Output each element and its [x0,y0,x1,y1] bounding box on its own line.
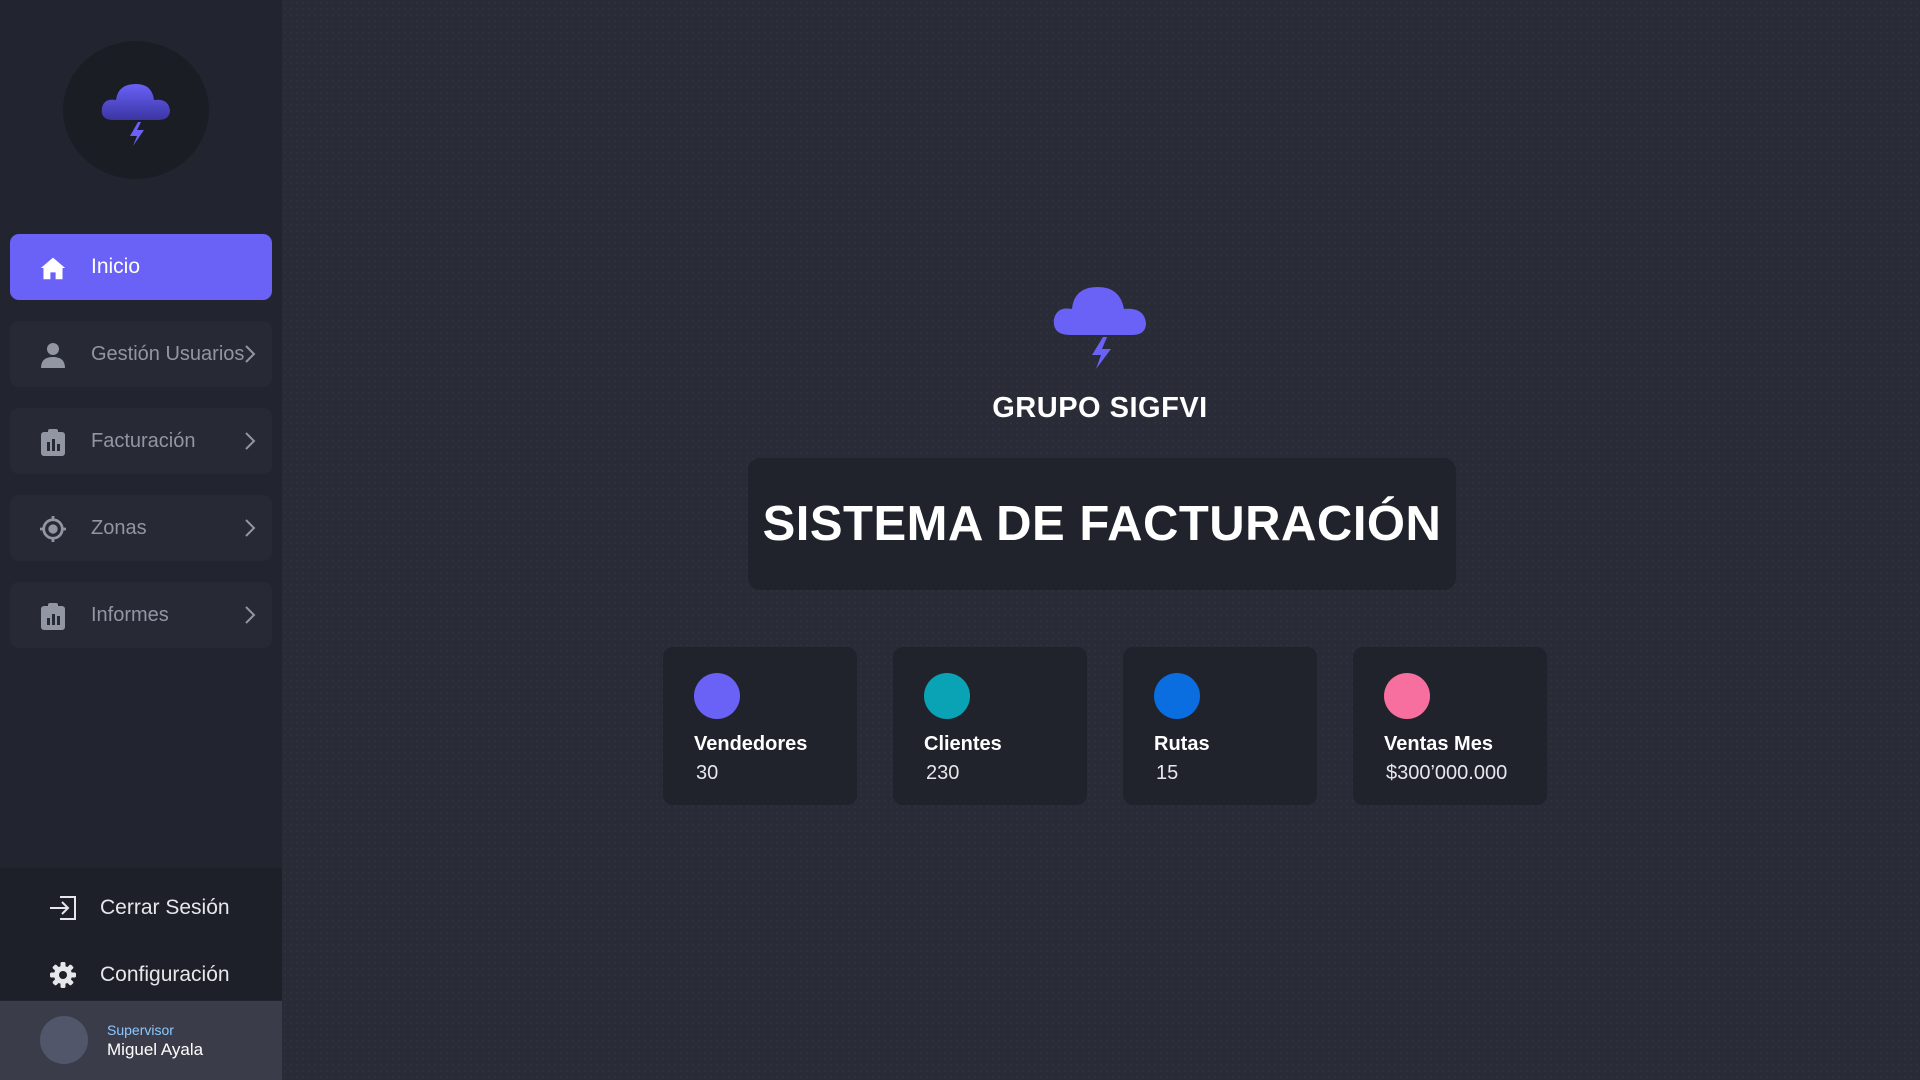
stat-dot [1154,673,1200,719]
sidebar-item-label: Gestión Usuarios [91,342,245,365]
stat-label: Clientes [924,733,1002,755]
user-icon [40,342,66,368]
gear-icon [48,960,78,990]
sidebar-item-label: Zonas [91,516,147,539]
stat-value: 15 [1156,762,1179,784]
stat-card-ventas-mes: Ventas Mes $300’000.000 [1353,647,1547,805]
sidebar: Inicio Gestión Usuarios Facturación Zona… [0,0,282,1080]
sidebar-bottom: Cerrar Sesión Configuración [0,868,282,1000]
stat-dot [694,673,740,719]
logout-button[interactable]: Cerrar Sesión [48,888,230,928]
stat-card-rutas: Rutas 15 [1123,647,1317,805]
stat-label: Rutas [1154,733,1210,755]
stat-value: $300’000.000 [1386,762,1508,784]
stat-label: Ventas Mes [1384,733,1493,755]
settings-button[interactable]: Configuración [48,955,230,995]
sidebar-nav: Inicio Gestión Usuarios Facturación Zona… [10,234,272,669]
target-icon [40,516,66,542]
logout-icon [48,893,78,923]
user-name: Miguel Ayala [107,1040,204,1059]
stat-value: 230 [926,762,960,784]
logout-label: Cerrar Sesión [100,896,230,919]
sidebar-item-label: Informes [91,603,169,626]
sidebar-item-facturacion[interactable]: Facturación [10,408,272,474]
chevron-right-icon [245,519,256,537]
chevron-right-icon [245,345,256,363]
sidebar-item-label: Facturación [91,429,196,452]
sidebar-item-zonas[interactable]: Zonas [10,495,272,561]
sidebar-item-informes[interactable]: Informes [10,582,272,648]
sidebar-item-inicio[interactable]: Inicio [10,234,272,300]
stat-label: Vendedores [694,733,808,755]
chevron-right-icon [245,606,256,624]
report-icon [40,603,66,630]
cloud-lightning-icon [101,84,170,146]
stat-value: 30 [696,762,719,784]
cloud-lightning-icon [1053,287,1146,369]
stat-dot [924,673,970,719]
user-role: Supervisor [107,1022,174,1038]
sidebar-item-gestion-usuarios[interactable]: Gestión Usuarios [10,321,272,387]
clipboard-icon [40,429,66,456]
settings-label: Configuración [100,963,230,986]
user-profile[interactable]: Supervisor Miguel Ayala [0,1001,282,1080]
page-title: SISTEMA DE FACTURACIÓN [762,497,1442,551]
title-banner: SISTEMA DE FACTURACIÓN [748,458,1456,590]
chevron-right-icon [245,432,256,450]
brand-name: GRUPO SIGFVI [992,392,1208,424]
home-icon [40,255,66,281]
sidebar-logo [63,41,209,179]
stat-dot [1384,673,1430,719]
stat-card-vendedores: Vendedores 30 [663,647,857,805]
sidebar-item-label: Inicio [91,255,141,278]
stat-card-clientes: Clientes 230 [893,647,1087,805]
avatar [40,1016,88,1064]
brand-logo [1048,273,1152,373]
